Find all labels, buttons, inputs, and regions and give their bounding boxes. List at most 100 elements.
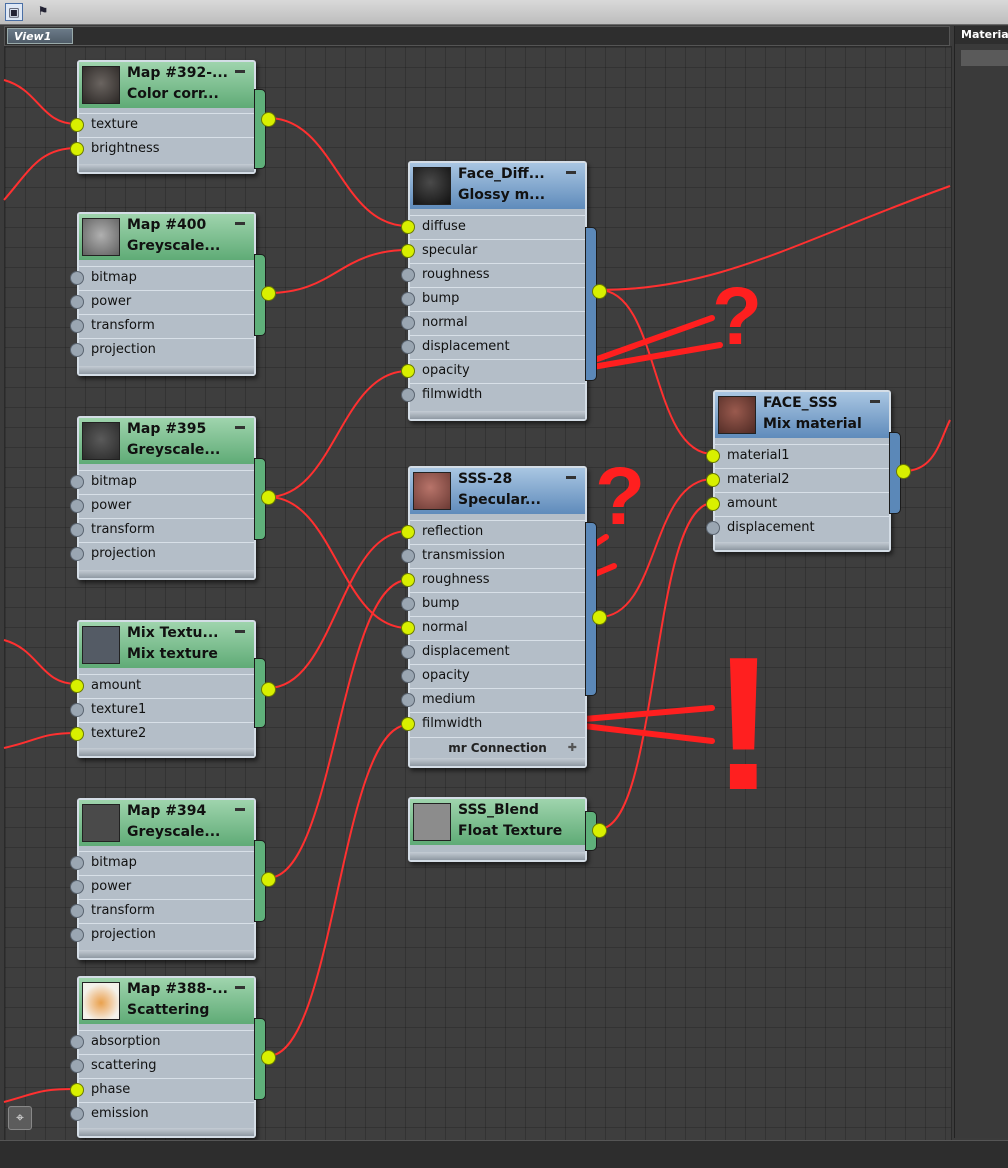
node-header[interactable]: FACE_SSS Mix material xyxy=(715,392,889,438)
port-projection[interactable]: projection xyxy=(70,542,254,566)
output-socket-icon[interactable] xyxy=(592,284,607,299)
node-mix-texture[interactable]: Mix Textu... Mix texture amount texture1… xyxy=(70,620,276,758)
socket-icon[interactable] xyxy=(70,343,84,357)
output-socket-icon[interactable] xyxy=(261,286,276,301)
port-transmission[interactable]: transmission xyxy=(401,544,585,568)
port-material2[interactable]: material2 xyxy=(706,468,889,492)
socket-icon[interactable] xyxy=(70,679,84,693)
port-opacity[interactable]: opacity xyxy=(401,359,585,383)
port-diffuse[interactable]: diffuse xyxy=(401,215,585,239)
port-opacity[interactable]: opacity xyxy=(401,664,585,688)
port-bitmap[interactable]: bitmap xyxy=(70,470,254,494)
socket-icon[interactable] xyxy=(401,220,415,234)
socket-icon[interactable] xyxy=(401,549,415,563)
collapse-icon[interactable] xyxy=(870,400,880,403)
port-bitmap[interactable]: bitmap xyxy=(70,266,254,290)
socket-icon[interactable] xyxy=(70,928,84,942)
port-transform[interactable]: transform xyxy=(70,518,254,542)
collapse-icon[interactable] xyxy=(235,630,245,633)
socket-icon[interactable] xyxy=(401,597,415,611)
port-power[interactable]: power xyxy=(70,494,254,518)
port-displacement[interactable]: displacement xyxy=(706,516,889,540)
node-map388[interactable]: Map #388-... Scattering absorption scatt… xyxy=(70,976,276,1138)
socket-icon[interactable] xyxy=(401,645,415,659)
socket-icon[interactable] xyxy=(70,295,84,309)
socket-icon[interactable] xyxy=(401,292,415,306)
port-transform[interactable]: transform xyxy=(70,899,254,923)
output-socket-icon[interactable] xyxy=(592,823,607,838)
port-projection[interactable]: projection xyxy=(70,923,254,947)
port-normal[interactable]: normal xyxy=(401,616,585,640)
tab-view1[interactable]: View1 xyxy=(7,28,73,44)
collapse-icon[interactable] xyxy=(235,222,245,225)
port-phase[interactable]: phase xyxy=(70,1078,254,1102)
window-layout-icon[interactable]: ▣ xyxy=(5,3,23,21)
expand-icon[interactable]: ✚ xyxy=(568,738,577,758)
socket-icon[interactable] xyxy=(70,142,84,156)
material-panel-field[interactable] xyxy=(961,50,1008,66)
port-specular[interactable]: specular xyxy=(401,239,585,263)
checkered-flag-icon[interactable]: ⚑ xyxy=(34,3,52,21)
socket-icon[interactable] xyxy=(401,268,415,282)
socket-icon[interactable] xyxy=(401,573,415,587)
port-projection[interactable]: projection xyxy=(70,338,254,362)
output-socket-icon[interactable] xyxy=(592,610,607,625)
port-displacement[interactable]: displacement xyxy=(401,335,585,359)
navigator-icon[interactable]: ⌖ xyxy=(8,1106,32,1130)
mr-connection-rollout[interactable]: mr Connection ✚ xyxy=(410,737,585,758)
output-socket-icon[interactable] xyxy=(261,682,276,697)
port-power[interactable]: power xyxy=(70,875,254,899)
node-map394[interactable]: Map #394 Greyscale... bitmap power trans… xyxy=(70,798,276,960)
socket-icon[interactable] xyxy=(70,523,84,537)
port-scattering[interactable]: scattering xyxy=(70,1054,254,1078)
port-displacement[interactable]: displacement xyxy=(401,640,585,664)
socket-icon[interactable] xyxy=(70,1035,84,1049)
socket-icon[interactable] xyxy=(401,693,415,707)
port-filmwidth[interactable]: filmwidth xyxy=(401,383,585,407)
collapse-icon[interactable] xyxy=(566,476,576,479)
node-header[interactable]: Map #400 Greyscale... xyxy=(79,214,254,260)
collapse-icon[interactable] xyxy=(235,808,245,811)
socket-icon[interactable] xyxy=(70,118,84,132)
port-bump[interactable]: bump xyxy=(401,287,585,311)
node-map400[interactable]: Map #400 Greyscale... bitmap power trans… xyxy=(70,212,276,376)
port-normal[interactable]: normal xyxy=(401,311,585,335)
socket-icon[interactable] xyxy=(70,1059,84,1073)
socket-icon[interactable] xyxy=(401,525,415,539)
port-amount[interactable]: amount xyxy=(70,674,254,698)
socket-icon[interactable] xyxy=(706,473,720,487)
node-header[interactable]: Mix Textu... Mix texture xyxy=(79,622,254,668)
socket-icon[interactable] xyxy=(401,621,415,635)
collapse-icon[interactable] xyxy=(235,986,245,989)
socket-icon[interactable] xyxy=(706,497,720,511)
port-bump[interactable]: bump xyxy=(401,592,585,616)
socket-icon[interactable] xyxy=(70,319,84,333)
socket-icon[interactable] xyxy=(401,244,415,258)
socket-icon[interactable] xyxy=(70,904,84,918)
collapse-icon[interactable] xyxy=(566,171,576,174)
socket-icon[interactable] xyxy=(70,1083,84,1097)
socket-icon[interactable] xyxy=(70,880,84,894)
port-material1[interactable]: material1 xyxy=(706,444,889,468)
socket-icon[interactable] xyxy=(70,727,84,741)
node-face-sss[interactable]: FACE_SSS Mix material material1 material… xyxy=(706,390,911,552)
socket-icon[interactable] xyxy=(70,475,84,489)
output-socket-icon[interactable] xyxy=(261,112,276,127)
output-socket-icon[interactable] xyxy=(261,1050,276,1065)
output-socket-icon[interactable] xyxy=(896,464,911,479)
port-transform[interactable]: transform xyxy=(70,314,254,338)
node-map395[interactable]: Map #395 Greyscale... bitmap power trans… xyxy=(70,416,276,580)
port-amount[interactable]: amount xyxy=(706,492,889,516)
socket-icon[interactable] xyxy=(70,547,84,561)
port-texture2[interactable]: texture2 xyxy=(70,722,254,746)
node-header[interactable]: Face_Diff... Glossy m... xyxy=(410,163,585,209)
node-header[interactable]: Map #394 Greyscale... xyxy=(79,800,254,846)
socket-icon[interactable] xyxy=(401,669,415,683)
port-power[interactable]: power xyxy=(70,290,254,314)
socket-icon[interactable] xyxy=(70,856,84,870)
port-emission[interactable]: emission xyxy=(70,1102,254,1126)
socket-icon[interactable] xyxy=(70,1107,84,1121)
output-socket-icon[interactable] xyxy=(261,490,276,505)
port-medium[interactable]: medium xyxy=(401,688,585,712)
socket-icon[interactable] xyxy=(401,717,415,731)
